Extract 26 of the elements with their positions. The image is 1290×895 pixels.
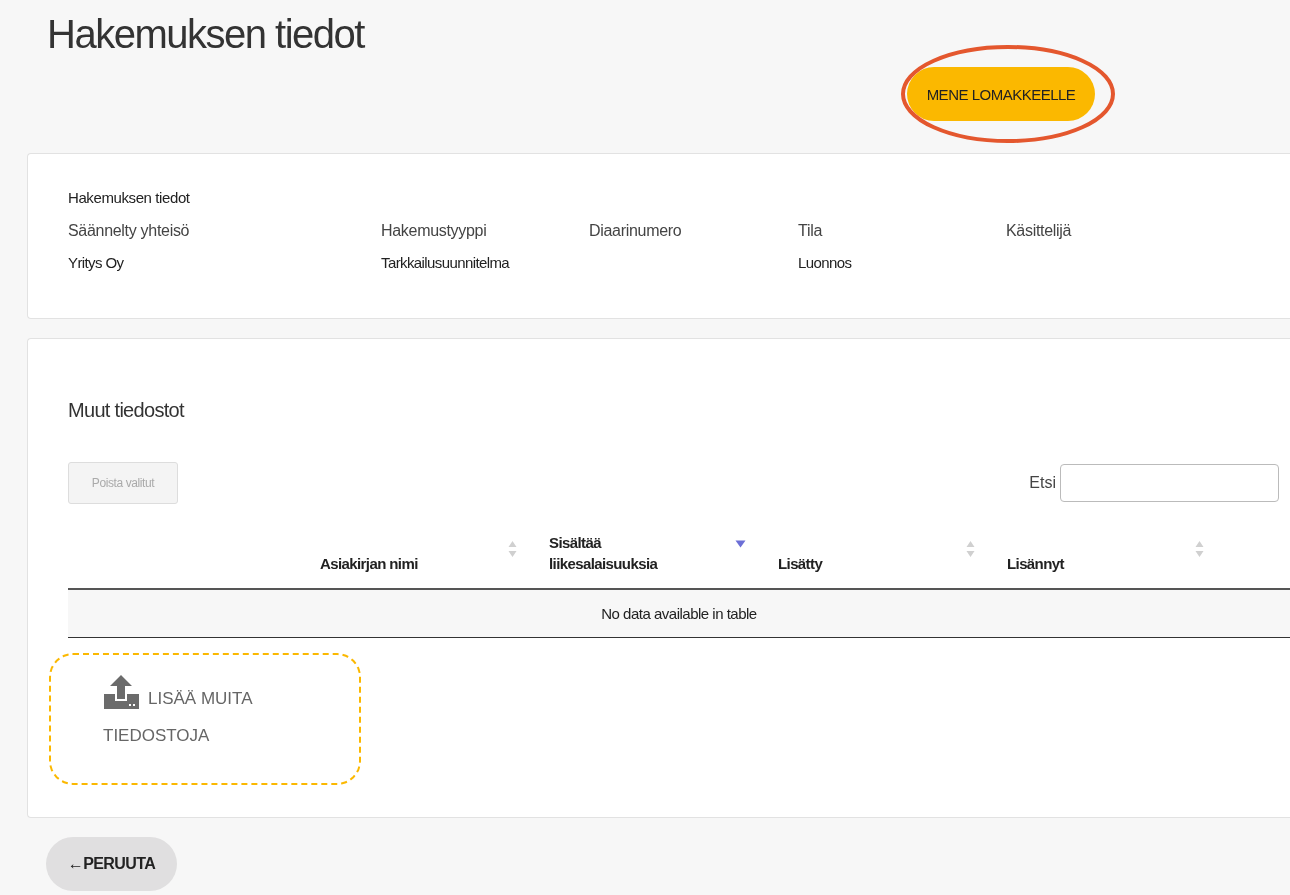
search-label: Etsi [1029,474,1056,492]
field-label: Käsittelijä [1006,222,1073,240]
section-title: Muut tiedostot [68,399,186,422]
info-title: Hakemuksen tiedot [68,189,191,206]
upload-files-button[interactable]: LISÄÄ MUITA TIEDOSTOJA [49,653,361,785]
sort-icon[interactable] [508,540,517,558]
field-label: Diaarinumero [589,222,683,240]
sort-descending-icon[interactable] [735,540,746,548]
sort-icon[interactable] [966,540,975,558]
go-to-form-button[interactable]: MENE LOMAKKEELLE [907,67,1095,121]
column-header[interactable]: Lisännyt [1007,553,1064,574]
cancel-button[interactable]: ←PERUUTA [46,837,177,891]
column-header[interactable]: Sisältää liikesalaisuuksia [549,532,658,574]
upload-icon [103,673,140,710]
column-header[interactable]: Asiakirjan nimi [320,553,418,574]
page-title: Hakemuksen tiedot [47,12,364,57]
field-label: Tila [798,222,824,240]
field-value: Yritys Oy [68,254,125,271]
sort-icon[interactable] [1195,540,1204,558]
field-value: Tarkkailusuunnitelma [381,254,511,271]
field-value: Luonnos [798,254,853,271]
column-header[interactable]: Lisätty [778,553,823,574]
field-label: Säännelty yhteisö [68,222,191,240]
field-label: Hakemustyyppi [381,222,488,240]
empty-table-message: No data available in table [68,590,1290,638]
search-field[interactable] [1060,464,1279,502]
